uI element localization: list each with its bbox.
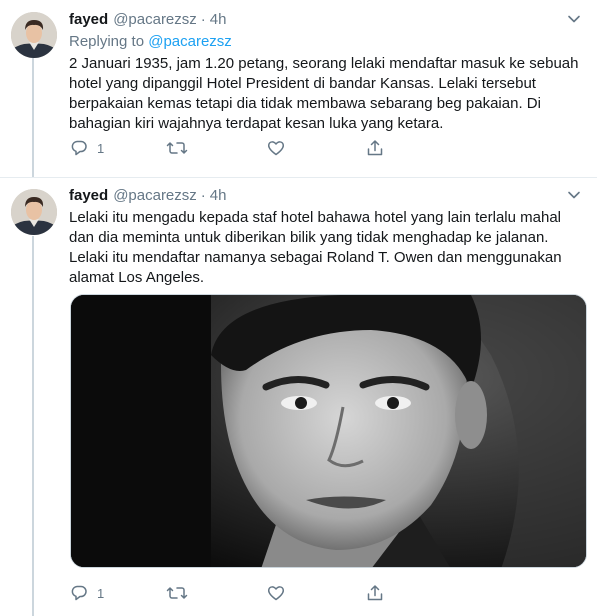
retweet-icon <box>166 587 188 599</box>
heart-icon <box>267 141 285 156</box>
tweet-text: Lelaki itu mengadu kepada staf hotel bah… <box>69 209 562 286</box>
avatar[interactable] <box>11 12 57 58</box>
like-button[interactable] <box>266 583 294 603</box>
avatar-photo <box>11 12 57 58</box>
share-icon <box>367 140 383 156</box>
replying-to-mention[interactable]: @pacarezsz <box>148 33 232 50</box>
user-handle[interactable]: @pacarezsz <box>113 10 197 30</box>
timestamp[interactable]: 4h <box>210 10 227 30</box>
retweet-icon <box>166 142 188 154</box>
replying-to-label: Replying to <box>69 33 145 50</box>
tweet-1[interactable]: fayed @pacarezsz · 4h Replying to @pacar… <box>0 0 597 178</box>
share-button[interactable] <box>365 138 385 158</box>
timestamp[interactable]: 4h <box>210 186 227 206</box>
like-button[interactable] <box>266 138 294 158</box>
reply-icon <box>71 140 87 156</box>
chevron-down-icon[interactable] <box>565 186 583 204</box>
chevron-down-icon[interactable] <box>565 10 583 28</box>
replying-to: Replying to @pacarezsz <box>69 32 583 52</box>
thread-line <box>32 58 34 178</box>
share-button[interactable] <box>365 583 385 603</box>
tweet-actions: 1 <box>69 582 489 604</box>
reply-count: 1 <box>97 585 105 601</box>
avatar-photo <box>11 189 57 235</box>
share-icon <box>367 585 383 601</box>
man-portrait-photo <box>71 295 586 567</box>
retweet-button[interactable] <box>166 138 196 158</box>
avatar[interactable] <box>11 189 57 235</box>
reply-count: 1 <box>97 140 105 156</box>
tweet-photo[interactable] <box>70 294 587 568</box>
tweet-actions: 1 <box>69 137 489 159</box>
tweet-header: fayed @pacarezsz · 4h <box>69 186 583 206</box>
separator-dot: · <box>200 187 206 204</box>
tweet-header: fayed @pacarezsz · 4h <box>69 10 583 30</box>
thread-line <box>32 236 34 616</box>
reply-icon <box>71 585 87 601</box>
display-name[interactable]: fayed <box>69 10 108 30</box>
heart-icon <box>267 586 285 601</box>
user-handle[interactable]: @pacarezsz <box>113 186 197 206</box>
display-name[interactable]: fayed <box>69 186 108 206</box>
reply-button[interactable]: 1 <box>69 138 104 158</box>
reply-button[interactable]: 1 <box>69 583 104 603</box>
tweet-2[interactable]: fayed @pacarezsz · 4h Lelaki itu mengadu… <box>0 178 597 616</box>
retweet-button[interactable] <box>166 583 196 603</box>
separator-dot: · <box>200 11 206 28</box>
tweet-text: 2 Januari 1935, jam 1.20 petang, seorang… <box>69 55 579 132</box>
